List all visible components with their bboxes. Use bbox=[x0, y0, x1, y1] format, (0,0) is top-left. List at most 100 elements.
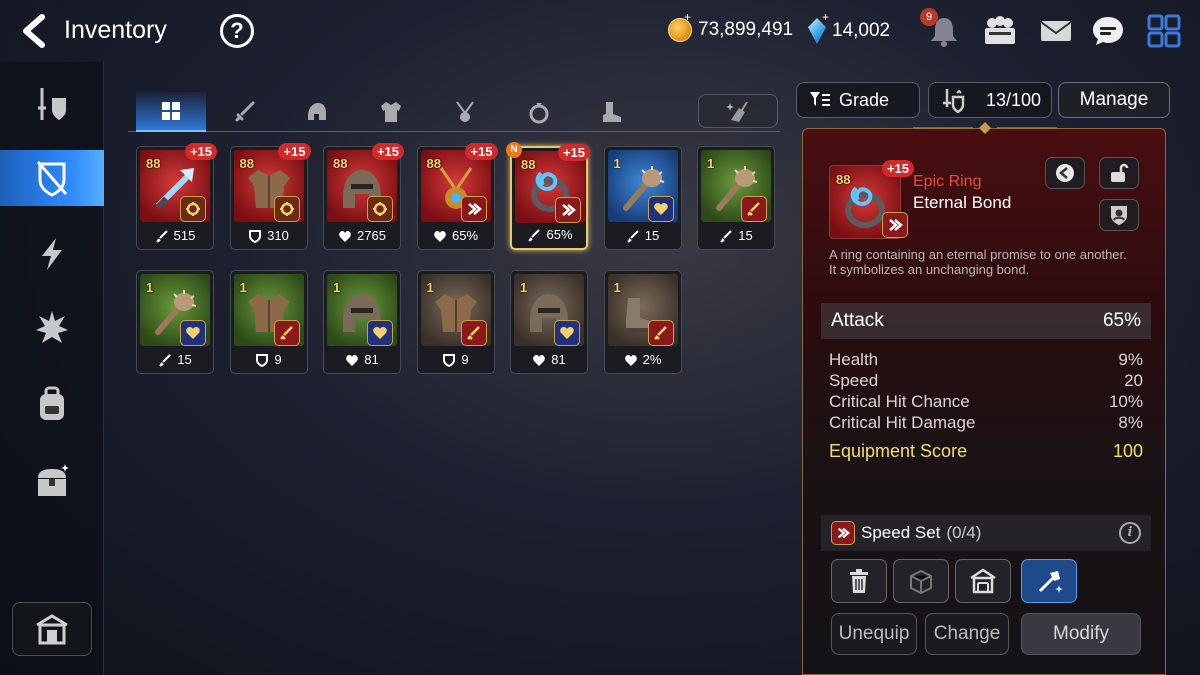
sword-shield-icon bbox=[38, 88, 66, 120]
inventory-item-card[interactable]: 88 +15 65% bbox=[416, 143, 498, 250]
mail-icon[interactable] bbox=[1038, 14, 1074, 48]
item-level: 1 bbox=[426, 280, 434, 295]
item-stat-value: 15 bbox=[738, 228, 753, 243]
notification-count: 9 bbox=[920, 8, 938, 26]
modify-button[interactable]: Modify bbox=[1021, 613, 1141, 655]
inventory-item-card[interactable]: 1 15 bbox=[136, 270, 214, 374]
inventory-item-card[interactable]: 1 15 bbox=[603, 146, 682, 250]
attack-set-icon bbox=[741, 196, 767, 222]
item-image: 88 bbox=[327, 150, 397, 222]
crystal-currency[interactable]: + 14,002 bbox=[808, 10, 891, 44]
change-button[interactable]: Change bbox=[925, 613, 1009, 655]
unequip-button[interactable]: Unequip bbox=[831, 613, 917, 655]
extract-button[interactable] bbox=[893, 559, 949, 603]
item-stat-value: 81 bbox=[364, 352, 379, 367]
sell-button[interactable] bbox=[831, 559, 887, 603]
manage-button[interactable]: Manage bbox=[1058, 82, 1170, 118]
reforge-button[interactable] bbox=[1021, 559, 1077, 603]
inventory-item-card[interactable]: 88 +15 515 bbox=[136, 143, 217, 250]
sub-stat-value: 10% bbox=[1108, 392, 1143, 411]
inventory-capacity-button[interactable]: 13/100 bbox=[928, 82, 1052, 118]
tab-ring[interactable] bbox=[504, 92, 574, 132]
nav-artifacts[interactable] bbox=[14, 226, 90, 282]
selected-item-name: Eternal Bond bbox=[913, 193, 1012, 212]
tab-armor[interactable] bbox=[356, 92, 426, 132]
storehouse-icon bbox=[36, 614, 68, 645]
item-stat-value: 2765 bbox=[357, 228, 386, 243]
sub-stat-label: Critical Hit Damage bbox=[829, 413, 976, 432]
inventory-item-card[interactable]: 88 +15 310 bbox=[229, 143, 311, 250]
item-main-stat: 9 bbox=[418, 352, 494, 367]
item-stat-value: 515 bbox=[173, 228, 196, 243]
item-image: 88 bbox=[420, 150, 491, 222]
description-line-1: A ring containing an eternal promise to … bbox=[829, 247, 1127, 262]
inventory-item-card[interactable]: 1 81 bbox=[510, 270, 588, 374]
inventory-item-card[interactable]: 19 bbox=[229, 270, 308, 374]
team-icon[interactable] bbox=[982, 14, 1018, 48]
nav-chest[interactable] bbox=[14, 454, 90, 510]
tab-all[interactable] bbox=[136, 92, 206, 132]
item-stat-value: 65% bbox=[451, 228, 479, 243]
selected-item-grade: Epic Ring bbox=[913, 173, 982, 190]
item-stat-value: 9 bbox=[274, 352, 282, 367]
sub-stat-value: 8% bbox=[1118, 413, 1143, 432]
hero-equip-button[interactable] bbox=[1099, 199, 1139, 231]
attack-stat-icon bbox=[627, 229, 639, 243]
nav-hero-equipment[interactable] bbox=[14, 76, 90, 132]
menu-grid-icon[interactable] bbox=[1146, 14, 1182, 48]
attack-stat-icon bbox=[720, 229, 732, 243]
nav-materials[interactable] bbox=[14, 376, 90, 432]
bell-icon[interactable]: 9 bbox=[920, 8, 962, 48]
chat-icon[interactable] bbox=[1090, 14, 1126, 48]
back-arrow-icon[interactable] bbox=[20, 14, 50, 48]
selected-item-description: A ring containing an eternal promise to … bbox=[829, 247, 1159, 277]
item-main-stat: 65% bbox=[512, 227, 588, 242]
storage-button[interactable] bbox=[12, 602, 92, 656]
nav-exclusive[interactable] bbox=[14, 300, 90, 356]
attack-stat-icon bbox=[528, 228, 541, 242]
inventory-item-card[interactable]: 1 81 bbox=[323, 270, 401, 374]
crystal-amount: 14,002 bbox=[832, 20, 891, 41]
storehouse-icon bbox=[970, 568, 996, 594]
new-badge: N bbox=[506, 142, 522, 158]
lock-toggle-button[interactable] bbox=[1099, 157, 1139, 189]
item-level: 88 bbox=[426, 156, 441, 171]
item-image: 1 bbox=[607, 150, 678, 222]
unlocked-padlock-icon bbox=[1111, 163, 1129, 182]
share-button[interactable] bbox=[1045, 157, 1085, 189]
store-button[interactable] bbox=[955, 559, 1011, 603]
description-line-2: It symbolizes an unchanging bond. bbox=[829, 262, 1030, 277]
inventory-item-card[interactable]: 1 2% bbox=[603, 270, 682, 374]
tab-weapon[interactable] bbox=[210, 92, 280, 132]
grade-sort-button[interactable]: Grade bbox=[796, 82, 920, 118]
health-stat-icon bbox=[533, 354, 546, 366]
tab-necklace[interactable] bbox=[430, 92, 500, 132]
trash-icon bbox=[850, 569, 868, 593]
helmet-icon bbox=[308, 103, 326, 120]
set-bonus-row: Speed Set (0/4) i bbox=[821, 515, 1151, 551]
item-main-stat: 9 bbox=[231, 352, 307, 367]
sub-stat-row: Critical Hit Damage 8% bbox=[829, 412, 1143, 433]
lightning-icon bbox=[42, 238, 62, 270]
help-button[interactable]: ? bbox=[220, 14, 254, 48]
item-stat-value: 9 bbox=[461, 352, 469, 367]
inventory-item-card[interactable]: 88 +15 N 65% bbox=[506, 142, 590, 250]
inventory-item-card[interactable]: 19 bbox=[416, 270, 495, 374]
tab-boots[interactable] bbox=[576, 92, 646, 132]
item-main-stat: 2% bbox=[605, 352, 681, 367]
set-info-icon[interactable]: i bbox=[1119, 522, 1141, 544]
item-level: 1 bbox=[146, 280, 154, 295]
tab-helmet[interactable] bbox=[282, 92, 352, 132]
item-stat-value: 15 bbox=[177, 352, 192, 367]
inventory-item-card[interactable]: 1 15 bbox=[697, 146, 775, 250]
equipment-score-value: 100 bbox=[1112, 441, 1143, 461]
inventory-item-card[interactable]: 88 +15 2765 bbox=[323, 143, 404, 250]
main-stat-value: 65% bbox=[1102, 310, 1141, 331]
filter-button[interactable] bbox=[698, 94, 778, 128]
defense-stat-icon bbox=[443, 353, 456, 367]
nav-inventory[interactable] bbox=[0, 150, 104, 206]
gold-currency[interactable]: + 73,899,491 bbox=[668, 10, 793, 42]
equipment-category-tabs bbox=[128, 92, 780, 132]
item-detail-panel: 88 +15 Epic Ring Eternal Bond A ring con… bbox=[802, 122, 1166, 675]
item-main-stat: 515 bbox=[137, 228, 213, 243]
